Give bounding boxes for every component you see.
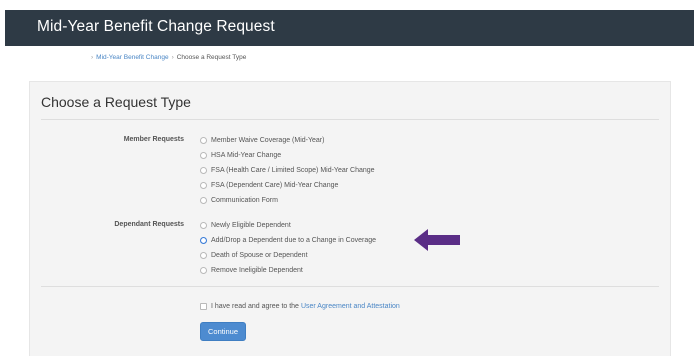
breadcrumb-separator: › xyxy=(171,54,174,61)
option-label: Newly Eligible Dependent xyxy=(211,222,291,229)
option-label: Member Waive Coverage (Mid-Year) xyxy=(211,137,325,144)
radio-button[interactable] xyxy=(200,267,207,274)
app-header: Mid-Year Benefit Change Request xyxy=(5,10,694,46)
radio-button[interactable] xyxy=(200,252,207,259)
continue-button[interactable]: Continue xyxy=(200,322,246,341)
radio-button[interactable] xyxy=(200,167,207,174)
radio-button[interactable] xyxy=(200,197,207,204)
agreement-text: I have read and agree to the xyxy=(211,303,299,310)
option-newly-eligible-dependent[interactable]: Newly Eligible Dependent xyxy=(200,220,291,231)
option-label: Death of Spouse or Dependent xyxy=(211,252,308,259)
option-label: Add/Drop a Dependent due to a Change in … xyxy=(211,237,377,244)
radio-button[interactable] xyxy=(200,137,207,144)
radio-button[interactable] xyxy=(200,152,207,159)
option-add-drop-dependent[interactable]: Add/Drop a Dependent due to a Change in … xyxy=(200,235,376,246)
option-label: HSA Mid-Year Change xyxy=(211,152,282,159)
radio-button[interactable] xyxy=(200,222,207,229)
request-form-panel xyxy=(29,81,671,356)
left-arrow-icon xyxy=(414,229,460,251)
app-title: Mid-Year Benefit Change Request xyxy=(37,18,275,35)
option-label: Communication Form xyxy=(211,197,278,204)
agreement-checkbox[interactable] xyxy=(200,303,207,310)
page-title: Choose a Request Type xyxy=(41,94,191,110)
member-requests-label: Member Requests xyxy=(123,136,184,143)
breadcrumb-link-parent[interactable]: Mid-Year Benefit Change xyxy=(96,54,168,61)
breadcrumb: › Mid-Year Benefit Change › Choose a Reques… xyxy=(88,54,246,61)
option-label: FSA (Dependent Care) Mid-Year Change xyxy=(211,182,339,189)
option-fsa-health-care[interactable]: FSA (Health Care / Limited Scope) Mid-Ye… xyxy=(200,165,375,176)
option-label: Remove Ineligible Dependent xyxy=(211,267,303,274)
divider xyxy=(41,286,659,287)
option-remove-ineligible-dependent[interactable]: Remove Ineligible Dependent xyxy=(200,265,303,276)
dependant-requests-label: Dependant Requests xyxy=(114,221,184,228)
radio-button-selected[interactable] xyxy=(200,237,207,244)
agreement-row: I have read and agree to the User Agreem… xyxy=(200,303,400,310)
option-fsa-dependent-care[interactable]: FSA (Dependent Care) Mid-Year Change xyxy=(200,180,338,191)
radio-button[interactable] xyxy=(200,182,207,189)
option-hsa-mid-year-change[interactable]: HSA Mid-Year Change xyxy=(200,150,281,161)
divider xyxy=(41,119,659,120)
breadcrumb-current: Choose a Request Type xyxy=(176,54,247,61)
option-member-waive-coverage[interactable]: Member Waive Coverage (Mid-Year) xyxy=(200,135,324,146)
option-death-of-spouse[interactable]: Death of Spouse or Dependent xyxy=(200,250,308,261)
user-agreement-link[interactable]: User Agreement and Attestation xyxy=(301,303,400,310)
breadcrumb-separator: › xyxy=(91,54,94,61)
option-communication-form[interactable]: Communication Form xyxy=(200,195,278,206)
option-label: FSA (Health Care / Limited Scope) Mid-Ye… xyxy=(211,167,375,174)
